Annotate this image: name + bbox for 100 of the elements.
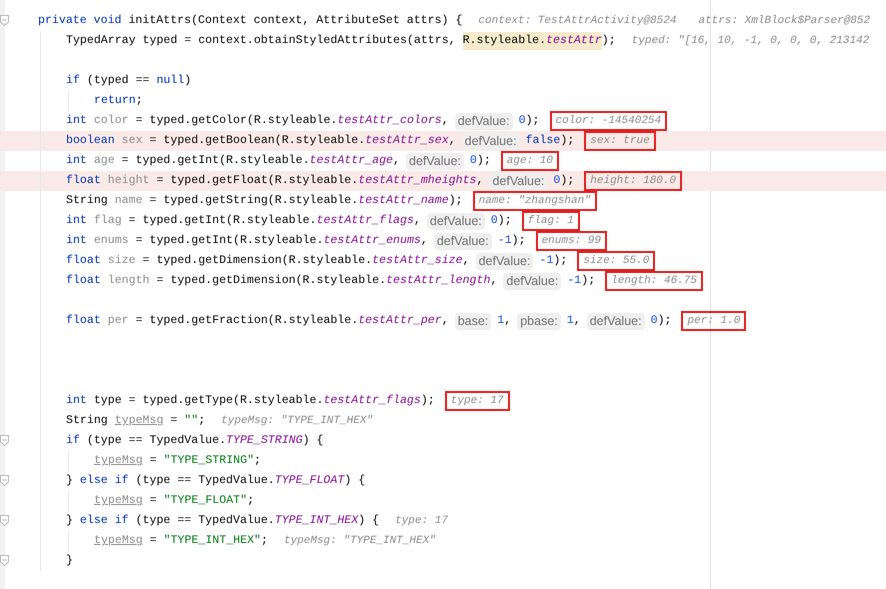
- fold-icon[interactable]: [0, 15, 9, 26]
- code-text: int: [66, 213, 88, 230]
- code-text: = typed.getInt(R.styleable.: [134, 233, 324, 250]
- parameter-hint: defValue:: [434, 232, 492, 250]
- code-text: per: [108, 313, 129, 330]
- fold-icon[interactable]: [0, 435, 9, 446]
- code-text: (type == TypedValue.: [86, 433, 226, 450]
- code-text: TYPE_FLOAT: [274, 473, 344, 490]
- code-text: (typed ==: [86, 73, 150, 90]
- code-text: = typed.getInt(R.styleable.: [128, 213, 316, 230]
- code-text: =: [169, 413, 178, 430]
- code-text: typeMsg: [94, 453, 143, 470]
- code-text: =: [148, 533, 158, 550]
- code-text: type = typed.getType(R.styleable.: [94, 393, 324, 410]
- code-text: ) {: [344, 473, 366, 490]
- code-text: float: [66, 273, 102, 290]
- code-text: if: [66, 73, 80, 90]
- code-text: testAttr_enums: [323, 233, 421, 250]
- inline-debug-value: typeMsg: "TYPE_INT_HEX": [282, 534, 437, 549]
- code-text: = typed.getBoolean(R.styleable.: [148, 133, 366, 150]
- code-text: testAttr_age: [310, 153, 394, 170]
- code-text: = typed.getFloat(R.styleable.: [155, 173, 358, 190]
- code-text: 1: [497, 313, 504, 330]
- code-text: ;: [254, 453, 261, 470]
- code-text: );: [658, 313, 672, 330]
- code-text: }: [66, 473, 74, 490]
- code-text: (type == TypedValue.: [134, 513, 275, 530]
- code-text: ,: [448, 133, 456, 150]
- code-text: float: [66, 313, 102, 330]
- code-text: "": [184, 413, 198, 430]
- code-text: }: [66, 513, 74, 530]
- inline-debug-value: name: "zhangshan": [472, 191, 597, 211]
- parameter-hint: defValue:: [476, 252, 534, 270]
- code-text: TYPE_STRING: [226, 433, 303, 450]
- code-text: int: [66, 393, 88, 410]
- fold-icon[interactable]: [0, 555, 9, 566]
- code-text: =: [148, 493, 158, 510]
- code-text: ;: [136, 93, 143, 110]
- code-text: String: [66, 193, 109, 210]
- code-text: String: [66, 413, 109, 430]
- code-text: R.styleable.: [462, 32, 546, 50]
- parameter-hint: pbase:: [517, 312, 561, 330]
- code-text: );: [512, 233, 526, 250]
- code-text: 0: [650, 313, 658, 330]
- fold-icon[interactable]: [0, 475, 9, 486]
- code-text: if: [66, 433, 80, 450]
- code-text: 0: [553, 173, 560, 190]
- code-text: testAttr_per: [358, 313, 442, 330]
- code-text: "TYPE_STRING": [164, 453, 254, 470]
- code-text: initAttrs(Context context, AttributeSet attrs) {: [128, 13, 462, 30]
- code-text: height: [108, 173, 150, 190]
- code-text: "TYPE_FLOAT": [164, 493, 248, 510]
- code-text: -1: [567, 273, 582, 290]
- code-text: ,: [393, 153, 400, 170]
- inline-debug-value: color: -14540254: [550, 111, 668, 131]
- code-text: sex: [122, 133, 143, 150]
- code-text: private void: [38, 13, 122, 30]
- code-text: typeMsg: [114, 413, 164, 430]
- parameter-hint: defValue:: [586, 312, 645, 330]
- code-text: 0: [470, 153, 477, 170]
- inline-debug-value: type: 17: [394, 514, 449, 529]
- code-text: ) {: [358, 513, 380, 530]
- code-text: else if: [80, 473, 129, 490]
- code-text: testAttr_size: [372, 253, 463, 270]
- code-text: ,: [462, 253, 470, 270]
- code-text: );: [560, 133, 574, 150]
- inline-debug-value: size: 55.0: [577, 251, 656, 271]
- code-text: else if: [80, 513, 129, 530]
- inline-debug-value: per: 1.0: [681, 311, 746, 331]
- fold-icon[interactable]: [0, 515, 9, 526]
- code-text: testAttr_sex: [365, 133, 449, 150]
- code-text: testAttr: [546, 32, 602, 50]
- code-text: ,: [476, 173, 484, 190]
- code-text: testAttr_mheights: [358, 173, 477, 190]
- code-text: );: [420, 393, 435, 410]
- code-text: = typed.getDimension(R.styleable.: [142, 253, 372, 270]
- code-text: );: [581, 273, 596, 290]
- inline-debug-value: typed: "[16, 10, -1, 0, 0, 0, 213142: [630, 34, 870, 49]
- code-text: boolean: [66, 133, 116, 150]
- inline-debug-value: typeMsg: "TYPE_INT_HEX": [220, 414, 374, 429]
- parameter-hint: defValue:: [426, 212, 485, 230]
- code-text: = typed.getString(R.styleable.: [148, 193, 358, 210]
- code-text: testAttr_flags: [316, 213, 414, 230]
- code-text: length: [108, 273, 150, 290]
- inline-debug-value: type: 17: [444, 391, 510, 411]
- code-text: ,: [442, 313, 449, 330]
- code-text: TYPE_INT_HEX: [274, 513, 358, 530]
- inline-debug-value: age: 10: [500, 151, 560, 171]
- code-text: );: [526, 113, 540, 130]
- code-text: -1: [539, 253, 554, 270]
- code-text: null: [156, 73, 184, 90]
- code-text: float: [66, 253, 102, 270]
- inline-debug-value: sex: true: [584, 131, 656, 151]
- parameter-hint: defValue:: [503, 272, 562, 290]
- code-text: ,: [420, 233, 428, 250]
- parameter-hint: defValue:: [454, 112, 513, 130]
- parameter-hint: defValue:: [462, 132, 520, 150]
- code-text: ): [184, 73, 192, 90]
- code-text: = typed.getDimension(R.styleable.: [155, 273, 386, 290]
- inline-debug-value: length: 46.75: [605, 271, 703, 291]
